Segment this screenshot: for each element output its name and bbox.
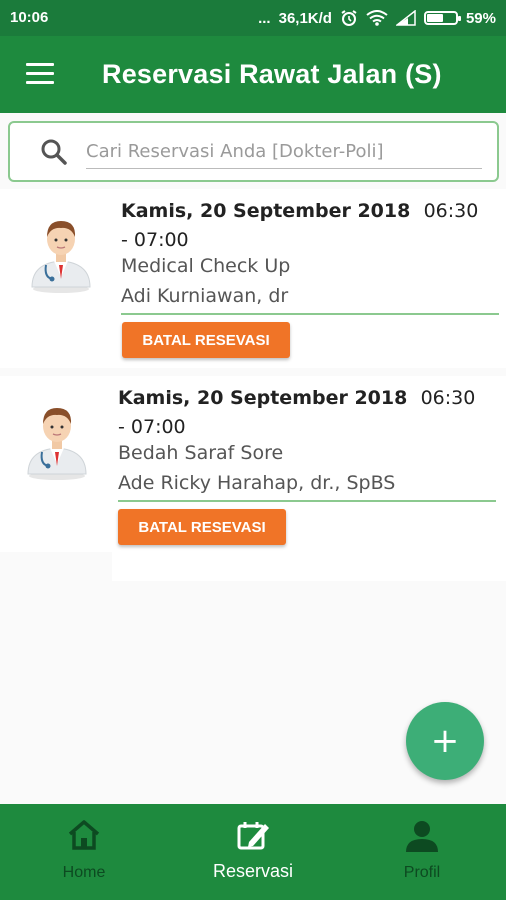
- reservation-doctor: Ade Ricky Harahap, dr., SpBS: [118, 472, 496, 502]
- nav-item-profil[interactable]: Profil: [338, 804, 506, 900]
- more-dots-icon: ...: [258, 9, 271, 27]
- cancel-reservation-button[interactable]: BATAL RESEVASI: [118, 509, 286, 545]
- network-speed: 36,1K/d: [278, 9, 332, 27]
- doctor-avatar-icon: [31, 221, 91, 293]
- nav-label-home: Home: [62, 864, 106, 881]
- doctor-avatar-icon: [27, 408, 87, 480]
- status-bar: 10:06 ... 36,1K/d 59%: [0, 0, 506, 36]
- add-reservation-button[interactable]: +: [406, 702, 484, 780]
- home-icon: [68, 820, 100, 850]
- person-icon: [406, 821, 438, 852]
- edit-calendar-icon: [237, 822, 269, 850]
- app-bar: Reservasi Rawat Jalan (S): [0, 36, 506, 113]
- page-title: Reservasi Rawat Jalan (S): [102, 59, 442, 89]
- nav-item-reservasi[interactable]: Reservasi: [169, 804, 337, 900]
- search-box: [8, 121, 499, 182]
- reservation-card[interactable]: Kamis, 20 September 2018 06:30 - 07:00 B…: [0, 376, 506, 581]
- reservation-date: Kamis, 20 September 2018: [121, 200, 411, 222]
- search-input[interactable]: [86, 135, 482, 169]
- alarm-icon: [341, 10, 357, 26]
- bottom-navigation: Home Reservasi Profil: [0, 804, 506, 900]
- reservation-datetime: Kamis, 20 September 2018 06:30 - 07:00: [118, 384, 478, 442]
- battery-icon: [423, 11, 461, 25]
- reservation-poli: Medical Check Up: [121, 255, 291, 277]
- wifi-icon: [366, 10, 388, 26]
- nav-item-home[interactable]: Home: [0, 804, 168, 900]
- reservation-card[interactable]: Kamis, 20 September 2018 06:30 - 07:00 M…: [0, 189, 506, 368]
- reservation-datetime: Kamis, 20 September 2018 06:30 - 07:00: [121, 197, 481, 255]
- search-icon: [41, 139, 67, 165]
- status-time: 10:06: [10, 9, 49, 26]
- nav-label-reservasi: Reservasi: [212, 861, 294, 881]
- nav-label-profil: Profil: [403, 864, 441, 881]
- status-icons: ... 36,1K/d 59%: [258, 9, 496, 27]
- card-gap: [0, 552, 112, 581]
- reservation-date: Kamis, 20 September 2018: [118, 387, 408, 409]
- reservation-poli: Bedah Saraf Sore: [118, 442, 284, 464]
- menu-icon[interactable]: [26, 63, 54, 85]
- signal-icon: [395, 10, 416, 26]
- cancel-reservation-button[interactable]: BATAL RESEVASI: [122, 322, 290, 358]
- battery-percent: 59%: [465, 9, 496, 27]
- reservation-doctor: Adi Kurniawan, dr: [121, 285, 499, 315]
